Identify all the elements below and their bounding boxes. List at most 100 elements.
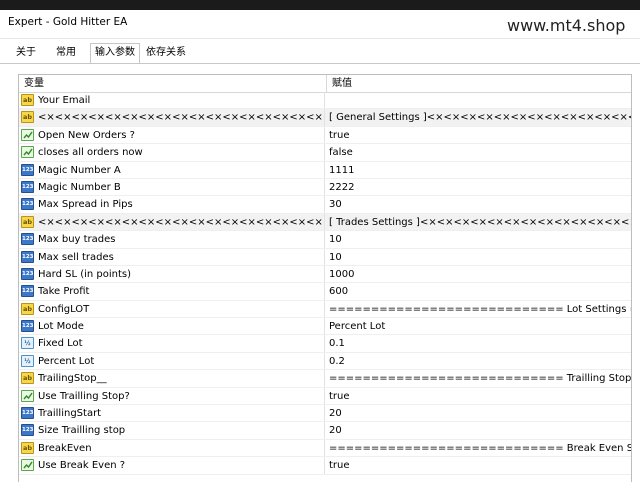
variable-name: Percent Lot [38,355,95,367]
table-row[interactable]: closes all orders now false [19,144,631,162]
top-strip [0,0,640,10]
variable-cell: ½ Fixed Lot [19,335,325,352]
variable-cell: Open New Orders ? [19,126,325,144]
table-row[interactable]: ab <×<×<×<×<×<×<×<×<×<×<×<×<×<×<×<×<×<×<×… [19,109,631,127]
value-cell[interactable]: 20 [325,422,631,438]
value-cell[interactable]: 1111 [325,162,631,178]
variable-name: <×<×<×<×<×<×<×<×<×<×<×<×<×<×<×<×<×<×<×<×… [38,216,324,228]
value-cell[interactable]: false [325,144,631,160]
variable-cell: ab <×<×<×<×<×<×<×<×<×<×<×<×<×<×<×<×<×<×<×… [19,213,325,231]
value-cell[interactable]: 10 [325,249,631,265]
table-row[interactable]: 123 TraillingStart 20 [19,405,631,423]
bool-type-icon [21,146,34,159]
string-type-icon: ab [21,94,34,106]
table-row[interactable]: Use Break Even ? true [19,457,631,475]
value-cell[interactable] [325,92,631,108]
variable-name: Lot Mode [38,321,84,333]
parameters-table: 变量 赋值 ab Your Email ab <×<×<×<×<×<×<×<×<×<×… [18,74,632,482]
variable-name: <×<×<×<×<×<×<×<×<×<×<×<×<×<×<×<×<×<×<×<×… [38,112,324,124]
integer-type-icon: 123 [21,250,34,263]
table-row[interactable]: 123 Size Trailling stop 20 [19,422,631,440]
bool-type-icon [21,459,34,472]
value-cell[interactable]: Percent Lot [325,318,631,334]
bool-type-icon [21,389,34,402]
value-cell[interactable]: true [325,127,631,143]
value-cell[interactable]: true [325,388,631,404]
integer-type-icon: 123 [21,407,34,420]
integer-type-icon: 123 [21,285,34,298]
table-row[interactable]: Open New Orders ? true [19,126,631,145]
tab-inputs[interactable]: 输入参数 [90,43,140,64]
column-header-variable[interactable]: 变量 [19,75,327,92]
table-row[interactable]: 123 Take Profit 600 [19,283,631,301]
table-row[interactable]: 123 Magic Number B 2222 [19,178,631,197]
variable-cell: 123 Max Spread in Pips [19,196,325,213]
value-cell[interactable]: 30 [325,196,631,212]
variable-name: Use Trailling Stop? [38,390,130,402]
variable-cell: 123 Size Trailling stop [19,422,325,439]
table-row[interactable]: ab ConfigLOT ============================ … [19,300,631,319]
integer-type-icon: 123 [21,424,34,437]
variable-cell: Use Trailling Stop? [19,387,325,405]
variable-name: Take Profit [38,286,90,298]
value-cell[interactable]: 10 [325,231,631,247]
table-row[interactable]: ½ Percent Lot 0.2 [19,352,631,371]
variable-cell: ab Your Email [19,92,325,109]
variable-cell: 123 Max buy trades [19,231,325,248]
integer-type-icon: 123 [21,320,34,333]
table-row[interactable]: 123 Max buy trades 10 [19,231,631,249]
inputs-panel: 变量 赋值 ab Your Email ab <×<×<×<×<×<×<×<×<×<×… [0,63,640,482]
tab-common[interactable]: 常用 [52,44,80,62]
variable-cell: closes all orders now [19,144,325,161]
value-cell[interactable]: 0.1 [325,335,631,351]
variable-cell: ab ConfigLOT [19,300,325,318]
integer-type-icon: 123 [21,233,34,246]
variable-name: Max sell trades [38,251,114,263]
table-row[interactable]: ab BreakEven ============================ … [19,439,631,458]
variable-cell: 123 Magic Number B [19,178,325,196]
variable-name: Max buy trades [38,234,116,246]
bool-type-icon [21,128,34,141]
variable-cell: 123 Take Profit [19,283,325,300]
value-cell[interactable]: ============================ Trailling S… [325,370,631,386]
table-header: 变量 赋值 [19,75,631,93]
tab-dependencies[interactable]: 依存关系 [142,44,190,62]
value-cell[interactable]: [ Trades Settings ]<×<×<×<×<×<×<×<×<×<×<… [325,214,631,230]
table-row[interactable]: ½ Fixed Lot 0.1 [19,335,631,353]
table-row[interactable]: 123 Hard SL (in points) 1000 [19,265,631,284]
table-row[interactable]: 123 Lot Mode Percent Lot [19,318,631,336]
value-cell[interactable]: ============================ Lot Setting… [325,301,631,317]
value-cell[interactable]: 1000 [325,266,631,282]
string-type-icon: ab [21,215,34,228]
string-type-icon: ab [21,302,34,315]
value-cell[interactable]: 600 [325,283,631,299]
table-row[interactable]: 123 Magic Number A 1111 [19,161,631,179]
value-cell[interactable]: true [325,457,631,473]
variable-cell: 123 TraillingStart [19,405,325,422]
value-cell[interactable]: ============================ Break Even … [325,440,631,456]
variable-name: BreakEven [38,442,92,454]
integer-type-icon: 123 [21,267,34,280]
value-cell[interactable]: 20 [325,405,631,421]
table-row[interactable]: ab Your Email [19,92,631,110]
integer-type-icon: 123 [21,198,34,211]
variable-cell: ab BreakEven [19,439,325,457]
integer-type-icon: 123 [21,180,34,193]
value-cell[interactable]: [ General Settings ]<×<×<×<×<×<×<×<×<×<×… [325,109,631,125]
table-row[interactable]: 123 Max Spread in Pips 30 [19,196,631,214]
string-type-icon: ab [21,441,34,454]
variable-name: ConfigLOT [38,303,90,315]
value-cell[interactable]: 0.2 [325,353,631,369]
variable-name: closes all orders now [38,147,143,159]
variable-name: Use Break Even ? [38,460,126,472]
string-type-icon: ab [21,372,34,385]
table-row[interactable]: 123 Max sell trades 10 [19,248,631,266]
table-row[interactable]: ab TrailingStop__ ========================… [19,370,631,388]
value-cell[interactable]: 2222 [325,179,631,195]
column-header-value[interactable]: 赋值 [327,75,631,92]
table-row[interactable]: Use Trailling Stop? true [19,387,631,406]
variable-name: TrailingStop__ [38,373,107,385]
tab-about[interactable]: 关于 [12,44,40,62]
table-row[interactable]: ab <×<×<×<×<×<×<×<×<×<×<×<×<×<×<×<×<×<×<×… [19,213,631,232]
double-type-icon: ½ [21,337,34,350]
